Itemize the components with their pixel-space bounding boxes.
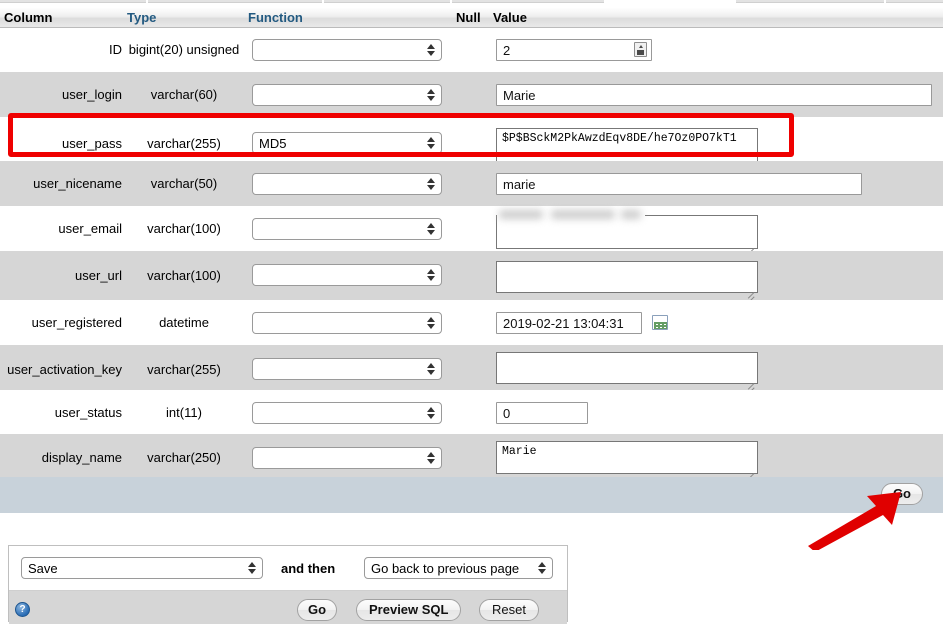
row-column-name: ID (109, 42, 122, 57)
table-row: user_activation_key varchar(255) (0, 345, 943, 390)
value-cell: $P$BSckM2PkAwzdEqv8DE/he7Oz0PO7kT1 (496, 128, 758, 165)
value-textarea-display-name[interactable]: Marie (496, 441, 758, 474)
row-column-name: user_email (58, 221, 122, 236)
row-column-type: varchar(250) (147, 450, 221, 465)
value-cell (496, 84, 932, 106)
value-cell (496, 402, 588, 424)
function-select[interactable] (252, 358, 442, 380)
value-input-user-nicename[interactable] (496, 173, 862, 195)
row-column-name: user_registered (31, 315, 122, 330)
save-action-select[interactable]: Save (21, 557, 263, 579)
value-cell (496, 261, 758, 296)
row-column-type: varchar(60) (150, 87, 218, 102)
value-cell (496, 173, 862, 195)
value-input-id[interactable] (496, 39, 652, 61)
row-column-name: user_activation_key (7, 362, 122, 377)
reset-button[interactable]: Reset (479, 599, 539, 621)
function-select-cell (252, 264, 442, 286)
header-function[interactable]: Function (248, 10, 303, 26)
preview-sql-button[interactable]: Preview SQL (356, 599, 462, 621)
value-input-user-status[interactable] (496, 402, 588, 424)
after-save-select[interactable]: Go back to previous page (364, 557, 553, 579)
row-column-type: varchar(50) (150, 176, 218, 191)
row-column-type: datetime (159, 315, 209, 330)
header-type[interactable]: Type (127, 10, 156, 26)
row-column-name: user_nicename (33, 176, 122, 191)
function-select[interactable] (252, 218, 442, 240)
header-value: Value (493, 10, 527, 25)
edit-row-table: Column Type Function Null Value ID bigin… (0, 8, 943, 481)
and-then-label: and then (281, 561, 336, 576)
value-textarea-user-url[interactable] (496, 261, 758, 293)
table-row: user_status int(11) (0, 390, 943, 434)
row-column-type: bigint(20) unsigned (128, 42, 240, 57)
function-select-cell (252, 173, 442, 195)
function-select[interactable] (252, 173, 442, 195)
function-select-cell (252, 402, 442, 424)
function-select-cell (252, 312, 442, 334)
go-button-top[interactable]: Go (880, 483, 923, 505)
table-row: user_email varchar(100) (0, 206, 943, 251)
table-row: user_pass varchar(255) MD5 $P$BSckM2PkAw… (0, 117, 943, 162)
row-column-type: int(11) (166, 405, 202, 420)
function-select-cell (252, 358, 442, 380)
row-column-name: user_url (75, 268, 122, 283)
row-column-name: user_login (62, 87, 122, 102)
redacted-email-overlay (497, 206, 645, 228)
function-select-cell (252, 447, 442, 469)
function-select-cell (252, 218, 442, 240)
action-panel-top: Save and then Go back to previous page (9, 546, 567, 590)
function-select[interactable] (252, 264, 442, 286)
table-row: user_url varchar(100) (0, 251, 943, 300)
row-column-name: user_status (54, 405, 122, 420)
numeric-spinner-icon[interactable] (634, 42, 647, 57)
value-cell (496, 352, 758, 387)
table-header-row: Column Type Function Null Value (0, 8, 943, 28)
submit-go-bar: Go (0, 477, 943, 513)
row-column-type: varchar(100) (147, 221, 221, 236)
row-column-type: varchar(255) (147, 136, 221, 151)
function-select[interactable] (252, 402, 442, 424)
function-select-cell: MD5 (252, 132, 442, 154)
table-row: user_login varchar(60) (0, 72, 943, 117)
help-question-icon[interactable]: ? (15, 602, 30, 617)
header-null: Null (456, 10, 481, 25)
row-column-type: varchar(255) (147, 362, 221, 377)
table-row: user_registered datetime (0, 300, 943, 345)
function-select[interactable] (252, 84, 442, 106)
table-row: ID bigint(20) unsigned (0, 28, 943, 72)
value-cell (496, 39, 652, 61)
value-cell: Marie (496, 441, 758, 477)
action-panel-bottom: ? Go Preview SQL Reset (9, 590, 567, 624)
cut-off-row-above (0, 0, 943, 8)
function-select-md5[interactable]: MD5 (252, 132, 442, 154)
row-column-name: display_name (41, 450, 122, 465)
function-select-cell (252, 84, 442, 106)
function-select-cell (252, 39, 442, 61)
value-input-user-login[interactable] (496, 84, 932, 106)
header-column: Column (4, 10, 53, 25)
row-column-type: varchar(100) (147, 268, 221, 283)
value-cell (496, 312, 668, 334)
row-column-name: user_pass (62, 136, 122, 151)
table-row: user_nicename varchar(50) (0, 161, 943, 206)
calendar-icon[interactable] (652, 315, 668, 330)
phpmyadmin-edit-row-page: Column Type Function Null Value ID bigin… (0, 0, 943, 624)
function-select[interactable] (252, 39, 442, 61)
function-select[interactable] (252, 312, 442, 334)
action-panel: Save and then Go back to previous page ?… (8, 545, 568, 624)
value-textarea-user-pass[interactable]: $P$BSckM2PkAwzdEqv8DE/he7Oz0PO7kT1 (496, 128, 758, 162)
value-textarea-user-activation-key[interactable] (496, 352, 758, 384)
go-button[interactable]: Go (297, 599, 338, 621)
value-input-user-registered[interactable] (496, 312, 642, 334)
table-row: display_name varchar(250) Marie (0, 434, 943, 481)
function-select[interactable] (252, 447, 442, 469)
